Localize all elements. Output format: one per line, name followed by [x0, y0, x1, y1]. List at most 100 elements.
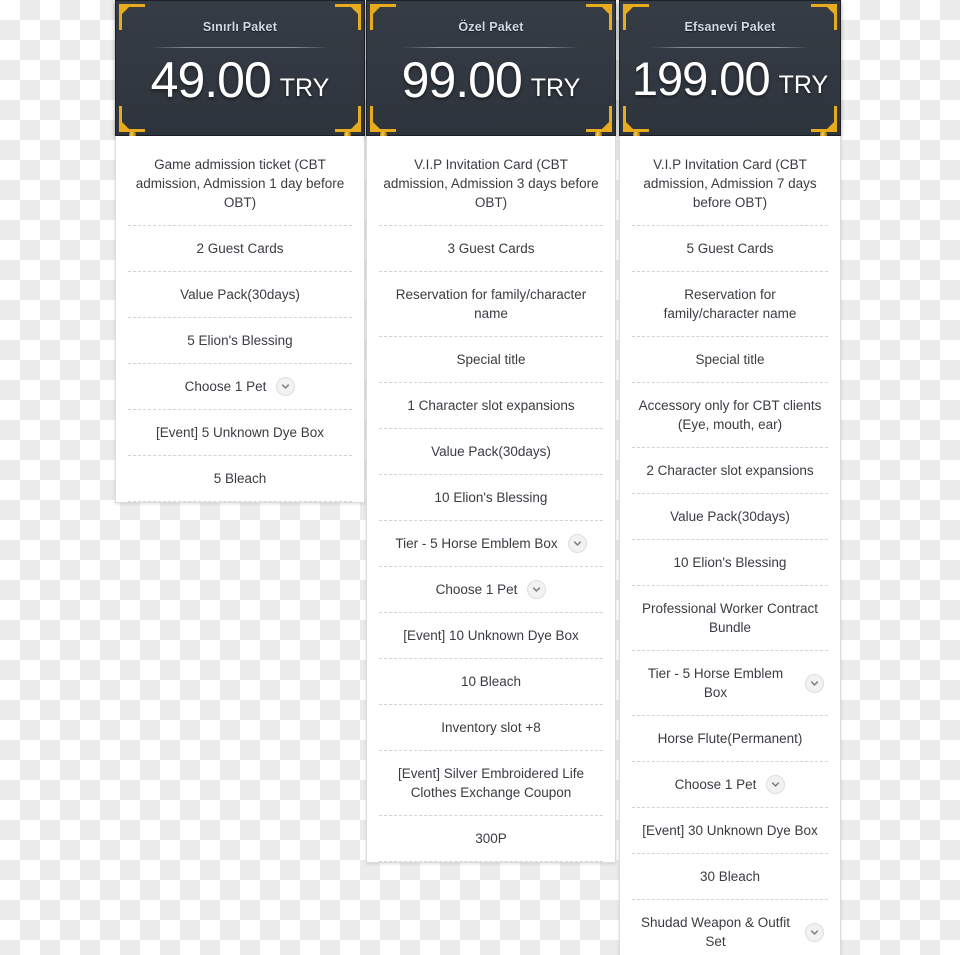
- benefit-row: Reservation for family/character name: [632, 272, 828, 337]
- benefit-row: V.I.P Invitation Card (CBT admission, Ad…: [379, 142, 603, 226]
- package-benefit-list: Game admission ticket (CBT admission, Ad…: [115, 136, 365, 503]
- chevron-down-icon[interactable]: [567, 534, 587, 553]
- package-card-limited: Sınırlı Paket 49.00 TRY Game admission t…: [115, 0, 365, 503]
- package-card-legendary: Efsanevi Paket 199.00 TRY V.I.P Invitati…: [619, 0, 841, 955]
- benefit-row: Reservation for family/character name: [379, 272, 603, 337]
- benefit-row: 5 Elion's Blessing: [128, 318, 352, 364]
- benefit-label: 300P: [475, 831, 507, 846]
- chevron-down-icon[interactable]: [276, 377, 296, 396]
- benefit-label: Value Pack(30days): [431, 444, 551, 459]
- benefit-row: Value Pack(30days): [128, 272, 352, 318]
- benefit-row: 10 Elion's Blessing: [632, 540, 828, 586]
- corner-ornament-bottom-left-icon: [119, 106, 145, 132]
- chevron-down-icon[interactable]: [527, 580, 547, 599]
- benefit-label: Accessory only for CBT clients (Eye, mou…: [638, 398, 822, 432]
- price-currency: TRY: [279, 74, 330, 102]
- benefit-row: 2 Guest Cards: [128, 226, 352, 272]
- package-title: Özel Paket: [458, 20, 524, 34]
- benefit-label: Value Pack(30days): [670, 509, 790, 524]
- benefit-label: 5 Bleach: [213, 471, 267, 486]
- corner-ornament-top-left-icon: [370, 4, 396, 30]
- benefit-label: 2 Guest Cards: [196, 241, 284, 256]
- benefit-row: 10 Elion's Blessing: [379, 475, 603, 521]
- benefit-row: Professional Worker Contract Bundle: [632, 586, 828, 651]
- benefit-row: Special title: [632, 337, 828, 383]
- title-divider: [650, 47, 810, 48]
- benefit-label: Inventory slot +8: [441, 720, 541, 735]
- corner-ornament-top-left-icon: [623, 4, 649, 30]
- benefit-label: Shudad Weapon & Outfit Set: [640, 915, 791, 949]
- benefit-row: 2 Character slot expansions: [632, 448, 828, 494]
- benefit-row[interactable]: Tier - 5 Horse Emblem Box: [379, 521, 603, 567]
- benefit-label: Game admission ticket (CBT admission, Ad…: [135, 157, 345, 210]
- benefit-row: 10 Bleach: [379, 659, 603, 705]
- benefit-label: 1 Character slot expansions: [407, 398, 575, 413]
- package-benefit-list: V.I.P Invitation Card (CBT admission, Ad…: [619, 136, 841, 955]
- benefit-label: Reservation for family/character name: [663, 287, 797, 321]
- package-card-special: Özel Paket 99.00 TRY V.I.P Invitation Ca…: [366, 0, 616, 863]
- benefit-row: Game admission ticket (CBT admission, Ad…: [128, 142, 352, 226]
- price-currency: TRY: [778, 71, 829, 99]
- benefit-row: V.I.P Invitation Card (CBT admission, Ad…: [632, 142, 828, 226]
- benefit-label: 5 Elion's Blessing: [187, 333, 293, 348]
- package-price: 199.00 TRY: [620, 55, 840, 102]
- benefit-row[interactable]: Tier - 5 Horse Emblem Box: [632, 651, 828, 716]
- benefit-label: Tier - 5 Horse Emblem Box: [395, 536, 558, 551]
- chevron-down-icon[interactable]: [805, 922, 824, 942]
- chevron-down-icon[interactable]: [766, 775, 786, 794]
- benefit-label: [Event] 30 Unknown Dye Box: [642, 823, 818, 838]
- benefit-row: [Event] 5 Unknown Dye Box: [128, 410, 352, 456]
- benefit-row: Value Pack(30days): [632, 494, 828, 540]
- benefit-label: [Event] 5 Unknown Dye Box: [155, 425, 325, 440]
- package-header-plaque: Efsanevi Paket 199.00 TRY: [619, 0, 841, 136]
- corner-ornament-bottom-right-icon: [811, 106, 837, 132]
- benefit-row: Value Pack(30days): [379, 429, 603, 475]
- title-divider: [401, 47, 581, 48]
- benefit-row: [Event] 10 Unknown Dye Box: [379, 613, 603, 659]
- benefit-row: 5 Bleach: [128, 456, 352, 502]
- package-header-plaque: Sınırlı Paket 49.00 TRY: [115, 0, 365, 136]
- corner-ornament-top-left-icon: [119, 4, 145, 30]
- benefit-label: V.I.P Invitation Card (CBT admission, Ad…: [643, 157, 817, 210]
- benefit-label: Horse Flute(Permanent): [657, 731, 803, 746]
- benefit-row: [Event] 30 Unknown Dye Box: [632, 808, 828, 854]
- corner-ornament-top-right-icon: [811, 4, 837, 30]
- price-amount: 199.00: [631, 52, 771, 105]
- benefit-row: 30 Bleach: [632, 854, 828, 900]
- benefit-row: Horse Flute(Permanent): [632, 716, 828, 762]
- benefit-row: Special title: [379, 337, 603, 383]
- benefit-label: 10 Bleach: [460, 674, 522, 689]
- benefit-label: 3 Guest Cards: [447, 241, 535, 256]
- benefit-row: [Event] Silver Embroidered Life Clothes …: [379, 751, 603, 816]
- benefit-row[interactable]: Choose 1 Pet: [632, 762, 828, 808]
- benefit-label: Choose 1 Pet: [674, 777, 757, 792]
- package-benefit-list: V.I.P Invitation Card (CBT admission, Ad…: [366, 136, 616, 863]
- benefit-label: Professional Worker Contract Bundle: [641, 601, 819, 635]
- benefit-label: Choose 1 Pet: [184, 379, 267, 394]
- title-divider: [150, 47, 330, 48]
- package-price: 99.00 TRY: [367, 55, 615, 105]
- benefit-row[interactable]: Choose 1 Pet: [379, 567, 603, 613]
- chevron-down-icon[interactable]: [805, 673, 824, 693]
- benefit-row: 3 Guest Cards: [379, 226, 603, 272]
- benefit-label: Special title: [456, 352, 526, 367]
- pricing-packages-stage: Sınırlı Paket 49.00 TRY Game admission t…: [0, 0, 960, 955]
- benefit-label: 5 Guest Cards: [686, 241, 774, 256]
- corner-ornament-top-right-icon: [586, 4, 612, 30]
- price-amount: 99.00: [401, 52, 523, 108]
- package-title: Efsanevi Paket: [684, 20, 776, 34]
- benefit-row: Inventory slot +8: [379, 705, 603, 751]
- benefit-label: Special title: [695, 352, 765, 367]
- benefit-label: [Event] 10 Unknown Dye Box: [403, 628, 579, 643]
- benefit-label: 30 Bleach: [699, 869, 761, 884]
- benefit-row: Accessory only for CBT clients (Eye, mou…: [632, 383, 828, 448]
- benefit-label: 10 Elion's Blessing: [434, 490, 548, 505]
- benefit-label: 10 Elion's Blessing: [673, 555, 787, 570]
- benefit-row: 1 Character slot expansions: [379, 383, 603, 429]
- benefit-row[interactable]: Choose 1 Pet: [128, 364, 352, 410]
- benefit-row: 5 Guest Cards: [632, 226, 828, 272]
- benefit-label: [Event] Silver Embroidered Life Clothes …: [397, 766, 585, 800]
- benefit-row[interactable]: Shudad Weapon & Outfit Set: [632, 900, 828, 955]
- package-title: Sınırlı Paket: [202, 20, 278, 34]
- benefit-label: Value Pack(30days): [180, 287, 300, 302]
